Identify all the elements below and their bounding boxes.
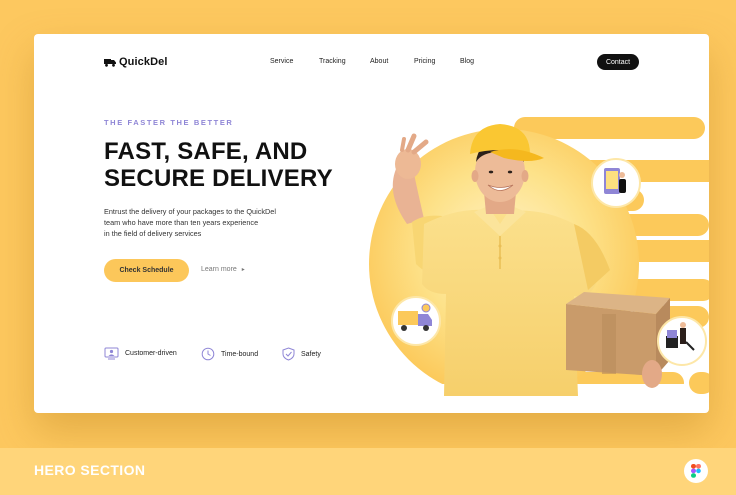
arrow-right-icon: ▸ (241, 267, 245, 273)
phone-tracking-badge (591, 158, 641, 208)
learn-more-link[interactable]: Learn more ▸ (201, 266, 245, 273)
shield-icon (282, 347, 295, 361)
warehouse-badge (657, 316, 707, 366)
hero-description: Entrust the delivery of your packages to… (104, 206, 334, 239)
hero-illustration (354, 117, 709, 413)
headline-line-1: FAST, SAFE, AND (104, 138, 308, 165)
feature-safety: Safety (282, 347, 321, 361)
nav-item-tracking[interactable]: Tracking (319, 58, 346, 65)
nav-item-pricing[interactable]: Pricing (414, 58, 435, 65)
contact-button[interactable]: Contact (597, 54, 639, 70)
section-title: HERO SECTION (34, 462, 146, 478)
clock-icon (201, 347, 215, 361)
learn-more-label: Learn more (201, 266, 237, 273)
user-screen-icon (104, 347, 119, 360)
brand-name: QuickDel (119, 56, 168, 68)
check-schedule-button[interactable]: Check Schedule (104, 259, 189, 282)
feature-label: Time-bound (221, 350, 259, 358)
figma-icon (684, 459, 708, 483)
feature-time-bound: Time-bound (201, 347, 258, 361)
description-line-1: Entrust the delivery of your packages to… (104, 207, 276, 216)
headline-line-2: SECURE DELIVERY (104, 165, 333, 192)
truck-badge (391, 296, 441, 346)
nav-item-service[interactable]: Service (270, 58, 293, 65)
feature-customer-driven: Customer-driven (104, 347, 177, 360)
truck-logo-icon (104, 59, 116, 67)
nav-item-blog[interactable]: Blog (460, 58, 474, 65)
hero-eyebrow: THE FASTER THE BETTER (104, 118, 234, 127)
feature-label: Safety (301, 350, 321, 358)
description-line-3: in the field of delivery services (104, 229, 202, 238)
hero-headline: FAST, SAFE, AND SECURE DELIVERY (104, 138, 364, 192)
brand-logo[interactable]: QuickDel (104, 56, 168, 68)
hero-card: QuickDel Service Tracking About Pricing … (34, 34, 709, 413)
description-line-2: team who have more than ten years experi… (104, 218, 259, 227)
feature-label: Customer-driven (125, 350, 177, 357)
nav-item-about[interactable]: About (370, 58, 388, 65)
